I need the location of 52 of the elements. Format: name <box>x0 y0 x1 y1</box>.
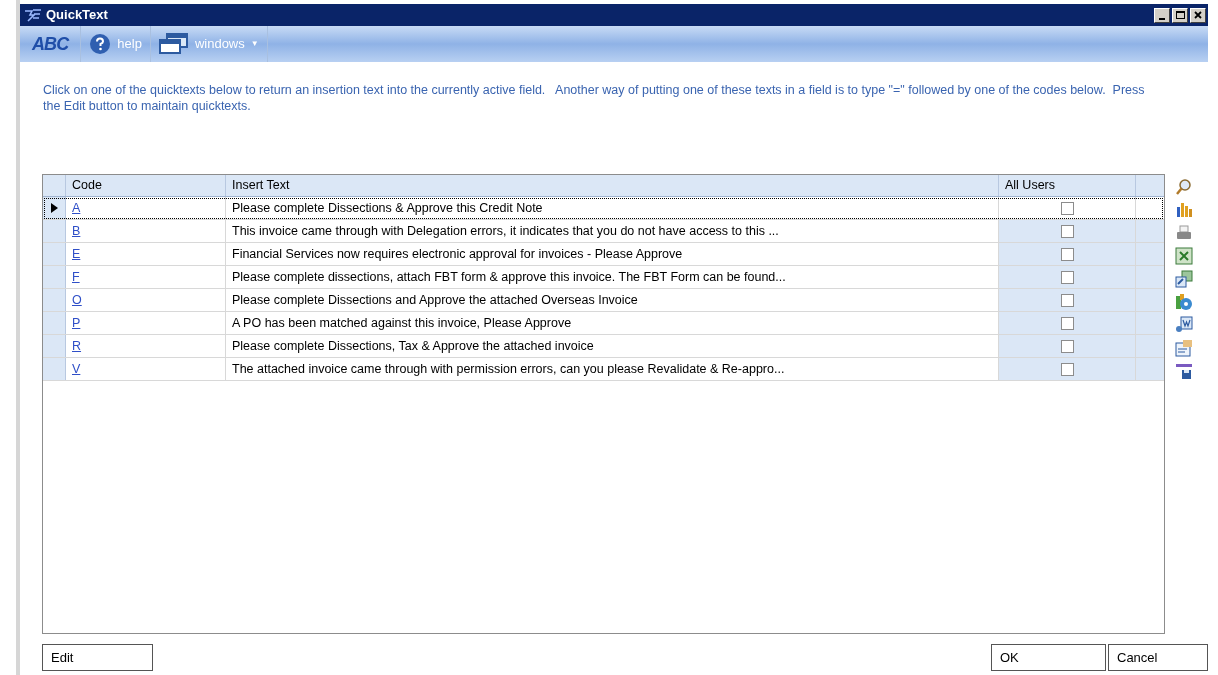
all-users-checkbox[interactable] <box>1060 293 1074 307</box>
all-users-checkbox[interactable] <box>1060 362 1074 376</box>
code-link[interactable]: P <box>72 313 81 333</box>
code-link[interactable]: A <box>72 198 81 218</box>
export-icon[interactable] <box>1175 270 1193 288</box>
help-icon <box>89 33 112 55</box>
table-row[interactable]: R Please complete Dissections, Tax & Approve the attached invoice <box>43 335 1164 358</box>
current-row-icon <box>50 203 58 213</box>
minimize-button[interactable] <box>1154 7 1170 23</box>
caret-icon: ▼ <box>250 38 259 50</box>
column-header[interactable]: Code <box>66 175 226 196</box>
row-header[interactable] <box>43 197 66 219</box>
close-button[interactable] <box>1190 7 1206 23</box>
bar-chart-icon[interactable] <box>1175 201 1193 219</box>
table-row[interactable]: B This invoice came through with Delegation errors, it indicates that you do not have access to this ... <box>43 220 1164 243</box>
code-link[interactable]: F <box>72 267 80 287</box>
ok-button[interactable]: OK <box>991 644 1106 671</box>
app-icon <box>24 8 42 22</box>
all-users-checkbox[interactable] <box>1060 316 1074 330</box>
column-header[interactable]: All Users <box>999 175 1136 196</box>
search-icon[interactable] <box>1175 178 1193 196</box>
all-users-checkbox[interactable] <box>1060 339 1074 353</box>
code-link[interactable]: O <box>72 290 82 310</box>
table-row[interactable]: F Please complete dissections, attach FBT form & approve this invoice. The FBT Form can be found... <box>43 266 1164 289</box>
table-row[interactable]: V The attached invoice came through with permission errors, can you please Revalidate & Re-appro... <box>43 358 1164 381</box>
maximize-button[interactable] <box>1172 7 1188 23</box>
instructions-text: Click on one of the quicktexts below to return an insertion text into the currently active field. Another way of putting one of these texts in a field is to type "=" followed by one of the codes below. Press the Edit button to maintain quicktexts. <box>43 82 1146 114</box>
table-row[interactable]: P A PO has been matched against this invoice, Please Approve <box>43 312 1164 335</box>
table-row[interactable]: E Financial Services now requires electronic approval for invoices - Please Approve <box>43 243 1164 266</box>
table-row[interactable]: O Please complete Dissections and Approve the attached Overseas Invoice <box>43 289 1164 312</box>
code-link[interactable]: B <box>72 221 81 241</box>
selected-table-row[interactable]: A Please complete Dissections & Approve this Credit Note <box>43 197 1164 220</box>
close-icon <box>1194 11 1202 19</box>
code-link[interactable]: V <box>72 359 81 379</box>
edit-button[interactable]: Edit <box>42 644 153 671</box>
all-users-checkbox[interactable] <box>1060 270 1074 284</box>
code-link[interactable]: E <box>72 244 81 264</box>
code-link[interactable]: R <box>72 336 82 356</box>
spreadsheet-icon[interactable] <box>1175 247 1193 265</box>
all-users-checkbox[interactable] <box>1060 201 1074 215</box>
windows-icon <box>158 33 189 55</box>
spelling-button[interactable]: ABC <box>32 30 69 58</box>
cancel-button[interactable]: Cancel <box>1108 644 1208 671</box>
document-icon[interactable] <box>1175 316 1193 334</box>
window-title: QuickText <box>46 6 108 25</box>
all-users-checkbox[interactable] <box>1060 247 1074 261</box>
all-users-checkbox[interactable] <box>1060 224 1074 238</box>
save-icon[interactable] <box>1175 362 1193 380</box>
column-header[interactable]: Insert Text <box>226 175 999 196</box>
printer-icon[interactable] <box>1175 224 1193 242</box>
form-icon[interactable] <box>1175 339 1193 357</box>
chart-disc-icon[interactable] <box>1175 293 1193 311</box>
